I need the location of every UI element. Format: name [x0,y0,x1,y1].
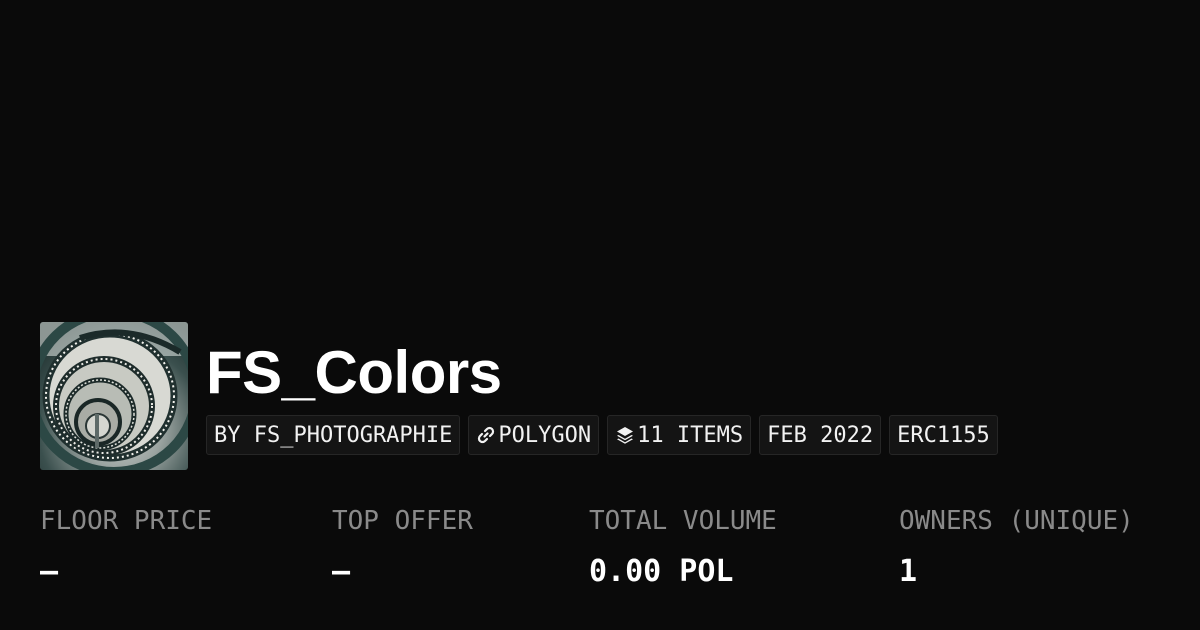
owners-label: OWNERS (UNIQUE) [899,506,1134,536]
floor-price-value: – [40,554,59,589]
collection-tags: BY FS_PHOTOGRAPHIE POLYGON 11 ITEMS FEB … [206,415,998,455]
top-offer-stat: TOP OFFER – [332,504,473,590]
owners-stat: OWNERS (UNIQUE) 1 [899,504,1134,590]
top-offer-value: – [332,554,351,589]
floor-price-stat: FLOOR PRICE – [40,504,212,590]
standard-tag: ERC1155 [889,415,998,455]
standard-tag-label: ERC1155 [897,422,990,448]
date-tag: FEB 2022 [759,415,882,455]
chain-tag-label: POLYGON [498,422,592,448]
floor-price-label: FLOOR PRICE [40,506,213,536]
total-volume-label: TOTAL VOLUME [589,506,777,536]
layers-icon [615,425,635,445]
creator-tag[interactable]: BY FS_PHOTOGRAPHIE [206,415,461,455]
chain-tag[interactable]: POLYGON [468,415,600,455]
collection-avatar [40,322,188,470]
collection-title: FS_Colors [206,339,502,406]
top-offer-label: TOP OFFER [332,506,473,536]
total-volume-stat: TOTAL VOLUME 0.00 POL [589,504,777,590]
creator-tag-label: BY FS_PHOTOGRAPHIE [214,422,453,448]
items-tag[interactable]: 11 ITEMS [607,415,752,455]
collection-stats: FLOOR PRICE – TOP OFFER – TOTAL VOLUME 0… [0,504,1200,604]
date-tag-label: FEB 2022 [767,422,874,448]
link-icon [476,425,496,445]
owners-value: 1 [899,554,918,589]
items-tag-label: 11 ITEMS [637,422,744,448]
total-volume-value: 0.00 POL [589,554,734,589]
collection-card: FS_Colors BY FS_PHOTOGRAPHIE POLYGON 11 … [0,0,1200,630]
spiral-staircase-image [40,322,188,470]
